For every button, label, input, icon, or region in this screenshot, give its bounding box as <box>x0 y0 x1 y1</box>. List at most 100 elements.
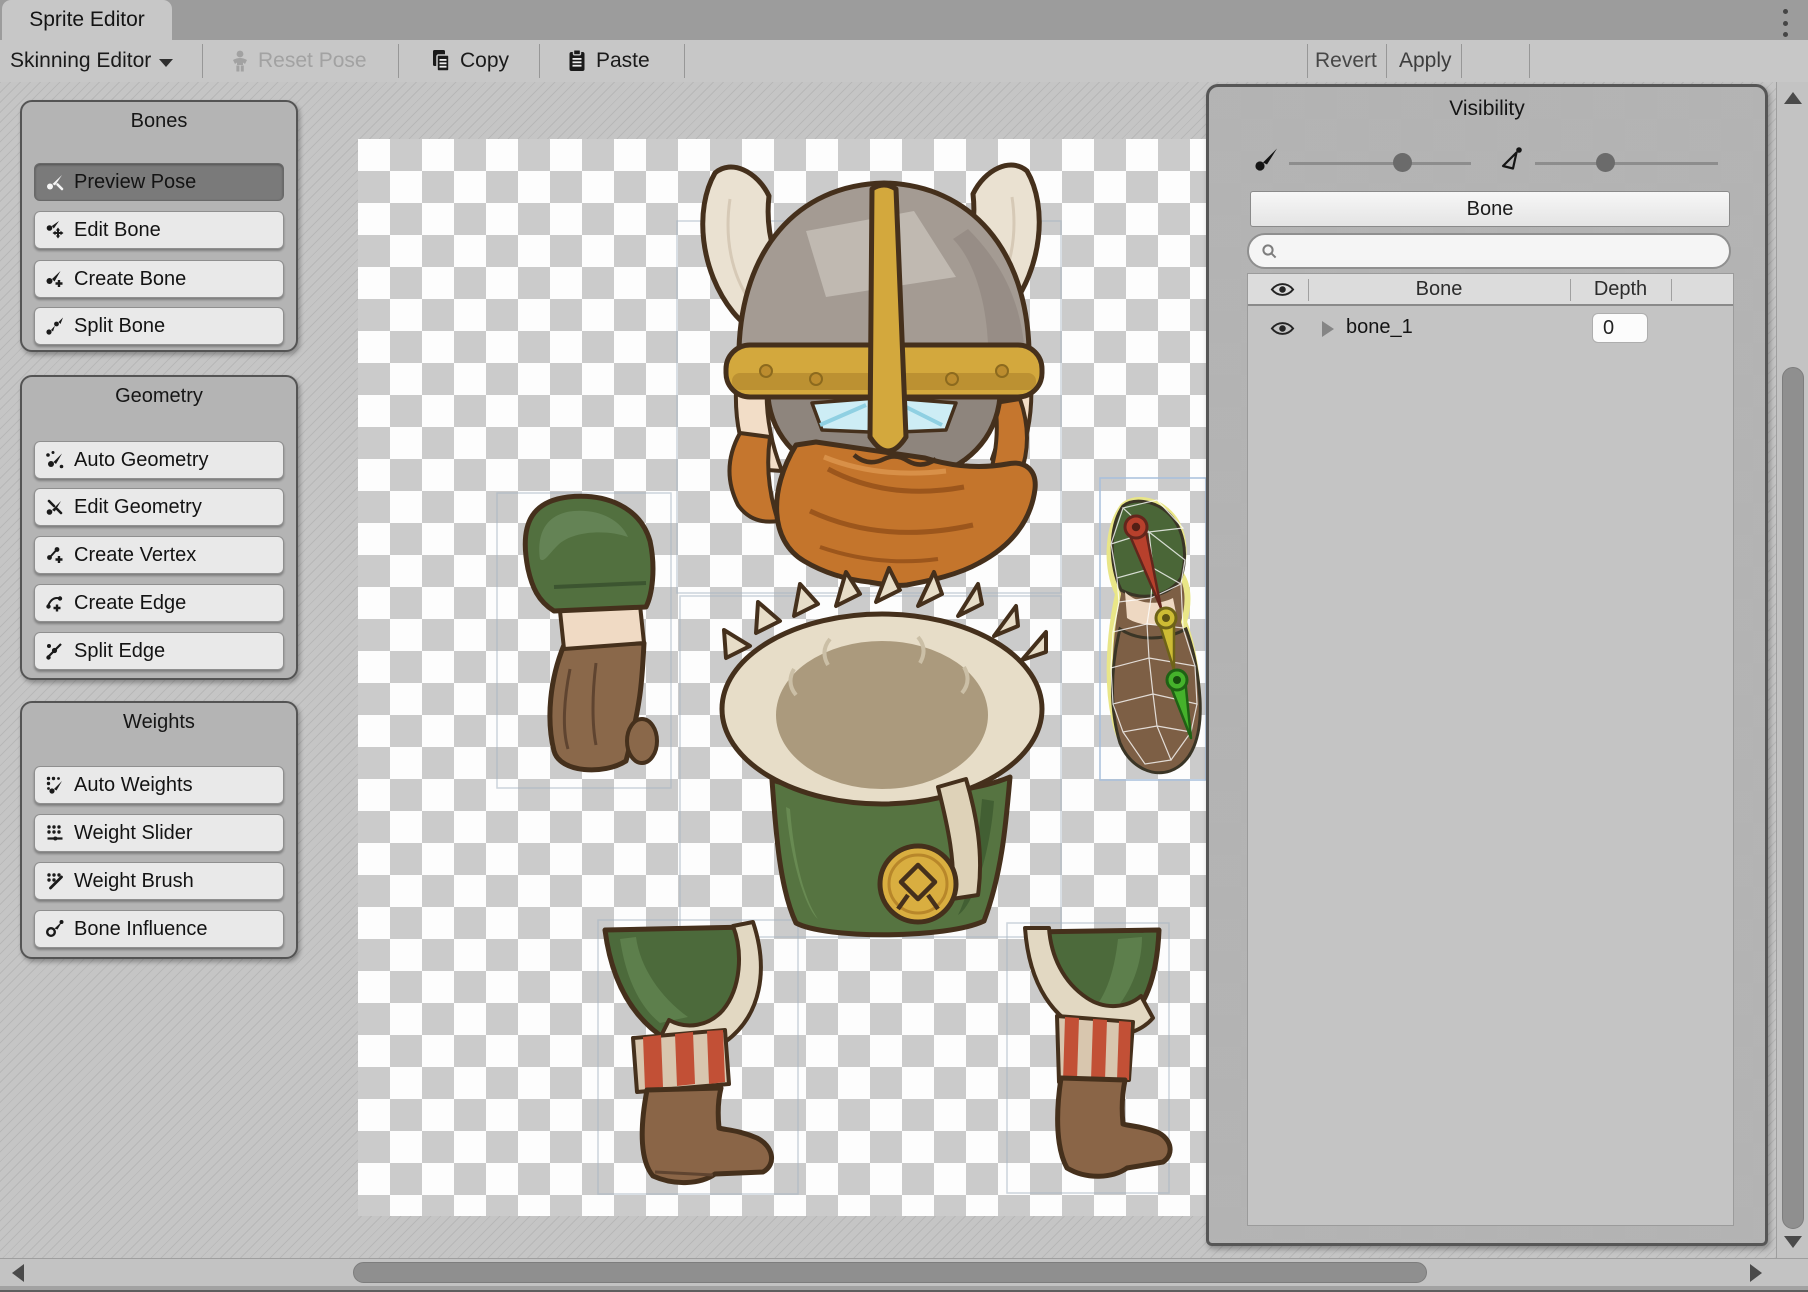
weight-slider-button[interactable]: Weight Slider <box>34 814 284 852</box>
bone-opacity-icon <box>1253 145 1281 173</box>
bone-visibility-table: Bone Depth bone_1 <box>1247 273 1734 1226</box>
auto-geometry-icon <box>45 450 65 470</box>
window-bottom-edge <box>0 1286 1808 1292</box>
button-label: Edit Geometry <box>74 496 202 519</box>
scroll-up-icon[interactable] <box>1784 92 1802 104</box>
toolbar: Skinning Editor Reset Pose Copy <box>0 40 1808 84</box>
mesh-opacity-icon <box>1497 145 1525 173</box>
button-label: Weight Brush <box>74 870 194 893</box>
scroll-right-icon[interactable] <box>1750 1264 1762 1282</box>
column-separator <box>1671 279 1672 301</box>
mode-dropdown[interactable]: Skinning Editor <box>10 40 173 82</box>
edit-geometry-icon <box>45 497 65 517</box>
sprite-left-leg[interactable] <box>605 922 772 1183</box>
reset-pose-button[interactable]: Reset Pose <box>230 40 367 82</box>
tab-title: Sprite Editor <box>29 8 145 32</box>
horizontal-scrollbar[interactable] <box>0 1258 1808 1286</box>
expander-chevron-right-icon[interactable] <box>1322 321 1334 337</box>
bone-influence-button[interactable]: Bone Influence <box>34 910 284 948</box>
tab-sprite-editor[interactable]: Sprite Editor <box>2 0 172 40</box>
kebab-menu-icon[interactable] <box>1776 7 1794 39</box>
toolbar-separator <box>1386 44 1387 78</box>
bone-name: bone_1 <box>1346 316 1413 339</box>
button-label: Weight Slider <box>74 822 193 845</box>
sprite-mitten[interactable] <box>525 496 657 770</box>
split-bone-button[interactable]: Split Bone <box>34 307 284 345</box>
sprite-canvas[interactable] <box>358 139 1206 1216</box>
edit-bone-icon <box>45 220 65 240</box>
create-vertex-icon <box>45 545 65 565</box>
toolbar-separator <box>684 44 685 78</box>
toolbar-separator <box>202 44 203 78</box>
sprite-head[interactable] <box>703 165 1042 585</box>
edit-bone-button[interactable]: Edit Bone <box>34 211 284 249</box>
reset-pose-icon <box>230 50 250 72</box>
weight-slider-icon <box>45 823 65 843</box>
panel-weights-title: Weights <box>22 711 296 734</box>
copy-icon <box>430 49 452 73</box>
visibility-panel: Visibility Bone <box>1206 84 1768 1246</box>
revert-button[interactable]: Revert <box>1315 40 1377 82</box>
button-label: Preview Pose <box>74 171 196 194</box>
create-edge-icon <box>45 593 65 613</box>
copy-button[interactable]: Copy <box>430 40 509 82</box>
reset-pose-label: Reset Pose <box>258 49 367 73</box>
vertical-scroll-thumb[interactable] <box>1782 367 1804 1229</box>
create-bone-button[interactable]: Create Bone <box>34 260 284 298</box>
bone-influence-icon <box>45 919 65 939</box>
create-edge-button[interactable]: Create Edge <box>34 584 284 622</box>
eye-toggle-icon[interactable] <box>1270 320 1295 337</box>
scroll-down-icon[interactable] <box>1784 1236 1802 1248</box>
button-label: Split Bone <box>74 315 165 338</box>
weight-brush-button[interactable]: Weight Brush <box>34 862 284 900</box>
panel-geometry: Geometry Auto Geometry Edit Geometry Cre… <box>20 375 298 680</box>
visibility-panel-title: Visibility <box>1209 97 1765 121</box>
button-label: Create Vertex <box>74 544 196 567</box>
panel-geometry-title: Geometry <box>22 385 296 408</box>
preview-pose-icon <box>45 172 65 192</box>
table-row-bone-1[interactable]: bone_1 <box>1248 308 1733 350</box>
paste-button[interactable]: Paste <box>566 40 650 82</box>
panel-bones: Bones Preview Pose Edit Bone Create Bone <box>20 100 298 352</box>
edit-geometry-button[interactable]: Edit Geometry <box>34 488 284 526</box>
search-input[interactable] <box>1286 239 1717 263</box>
preview-pose-button[interactable]: Preview Pose <box>34 163 284 201</box>
weight-brush-icon <box>45 871 65 891</box>
sprite-right-leg[interactable] <box>1025 928 1170 1176</box>
button-label: Edit Bone <box>74 219 161 242</box>
depth-input[interactable] <box>1592 313 1648 343</box>
mesh-opacity-track[interactable] <box>1535 162 1718 165</box>
auto-weights-button[interactable]: Auto Weights <box>34 766 284 804</box>
copy-label: Copy <box>460 49 509 73</box>
button-label: Create Bone <box>74 268 186 291</box>
bone-category-button[interactable]: Bone <box>1250 191 1730 227</box>
horizontal-scroll-thumb[interactable] <box>353 1262 1427 1283</box>
bone-opacity-track[interactable] <box>1289 162 1471 165</box>
apply-button[interactable]: Apply <box>1399 40 1452 82</box>
eye-column-icon <box>1270 281 1295 298</box>
toolbar-separator <box>398 44 399 78</box>
vertical-scrollbar[interactable] <box>1776 82 1808 1258</box>
scroll-left-icon[interactable] <box>12 1264 24 1282</box>
auto-geometry-button[interactable]: Auto Geometry <box>34 441 284 479</box>
search-icon <box>1261 243 1278 260</box>
split-edge-button[interactable]: Split Edge <box>34 632 284 670</box>
apply-label: Apply <box>1399 49 1452 73</box>
button-label: Auto Weights <box>74 774 193 797</box>
column-header-depth: Depth <box>1570 278 1671 301</box>
chevron-down-icon <box>159 59 173 67</box>
button-label: Auto Geometry <box>74 449 209 472</box>
sprite-torso[interactable] <box>722 568 1046 935</box>
button-label: Create Edge <box>74 592 186 615</box>
bone-category-label: Bone <box>1467 198 1514 221</box>
button-label: Bone Influence <box>74 918 207 941</box>
mode-dropdown-label: Skinning Editor <box>10 49 151 73</box>
table-header: Bone Depth <box>1248 274 1733 306</box>
sprite-right-arm-selected[interactable] <box>1100 478 1206 780</box>
create-vertex-button[interactable]: Create Vertex <box>34 536 284 574</box>
panel-weights: Weights Auto Weights Weight Slider <box>20 701 298 959</box>
split-edge-icon <box>45 641 65 661</box>
bone-opacity-knob[interactable] <box>1393 153 1412 172</box>
sprite-artwork <box>358 139 1206 1216</box>
mesh-opacity-knob[interactable] <box>1596 153 1615 172</box>
